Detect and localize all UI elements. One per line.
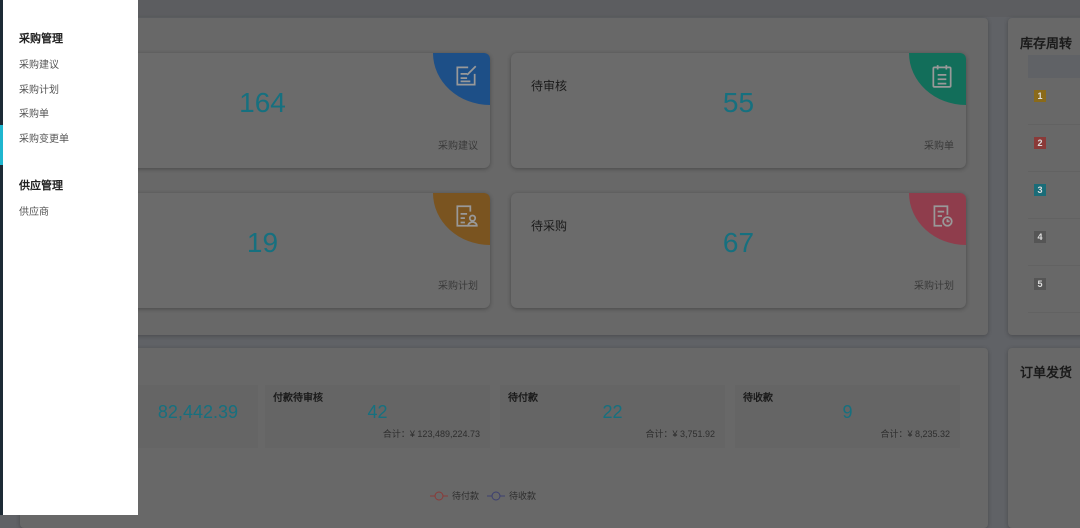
stat-total: 合计：¥ 8,235.32 [880,429,950,439]
stat-total: 合计：¥ 123,489,224.73 [382,429,480,439]
panel-title: 库存周转 [1020,36,1073,51]
top-bar [0,0,1080,17]
stat-total: 合计：¥ 3,751.92 [645,429,715,439]
card-value: 67 [722,227,755,258]
stat-value: 42 [367,402,388,422]
line-marker-icon [487,491,506,500]
card-footer: 采购单 [924,141,954,152]
table-row[interactable]: 3 [1028,172,1080,219]
order-shipping-panel: 订单发货 [1008,348,1080,528]
menu-group-title: 供应管理 [19,180,63,192]
panel-title: 订单发货 [1020,365,1073,380]
table-row[interactable]: 1 [1028,78,1080,125]
rank-badge: 5 [1034,278,1046,290]
purchase-summary-panel: 164 采购建议 待审核 55 采购单 19 采购计划 待采购 67 采购计划 [20,18,988,335]
table-row[interactable]: 5 [1028,266,1080,313]
card-pending-purchase[interactable]: 待采购 67 采购计划 [511,193,966,308]
menu-item-purchase-suggestion[interactable]: 采购建议 [19,56,59,71]
legend-item[interactable]: 待付款 [430,489,479,502]
table-header [1028,55,1080,78]
table-row[interactable]: 4 [1028,219,1080,266]
sidebar-drawer: 采购管理 采购建议 采购计划 采购单 采购变更单 供应管理 供应商 [0,0,138,515]
legend-label: 待收款 [509,491,537,501]
table-row[interactable]: 2 [1028,125,1080,172]
rank-badge: 3 [1034,184,1046,196]
card-footer: 采购建议 [438,141,478,152]
active-indicator [0,125,3,165]
card-footer: 采购计划 [914,281,954,292]
stat-box[interactable]: 付款待审核 42 合计：¥ 123,489,224.73 [265,385,490,448]
inventory-turnover-panel: 库存周转 1 2 3 4 5 [1008,18,1080,335]
menu-item-purchase-order[interactable]: 采购单 [19,105,49,120]
chart-legend: 待付款 待收款 [430,489,536,502]
menu-item-purchase-change-order[interactable]: 采购变更单 [19,130,69,145]
card-pending-review[interactable]: 待审核 55 采购单 [511,53,966,168]
menu-group-title: 采购管理 [19,33,63,45]
legend-item[interactable]: 待收款 [487,489,536,502]
rank-badge: 1 [1034,90,1046,102]
card-value: 55 [722,87,755,118]
legend-label: 待付款 [452,491,480,501]
stat-value: 22 [602,402,623,422]
stat-box[interactable]: 待付款 22 合计：¥ 3,751.92 [500,385,725,448]
stat-box[interactable]: 待收款 9 合计：¥ 8,235.32 [735,385,960,448]
rank-badge: 4 [1034,231,1046,243]
payments-panel: 82,442.39 付款待审核 42 合计：¥ 123,489,224.73 待… [20,348,988,528]
stat-value: 82,442.39 [157,402,238,422]
card-footer: 采购计划 [438,281,478,292]
menu-item-supplier[interactable]: 供应商 [19,203,49,218]
rank-badge: 2 [1034,137,1046,149]
line-marker-icon [430,491,448,500]
stat-value: 9 [842,402,853,422]
menu-item-purchase-plan[interactable]: 采购计划 [19,81,59,96]
